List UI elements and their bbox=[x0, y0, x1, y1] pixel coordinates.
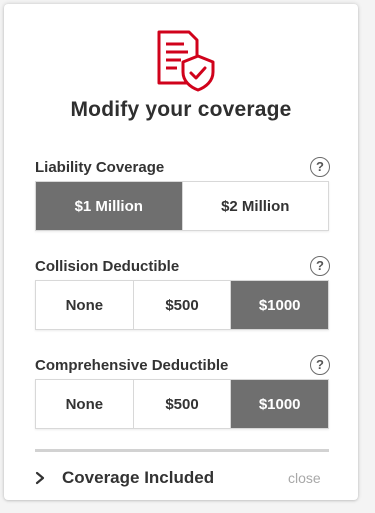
collision-help-icon[interactable]: ? bbox=[310, 256, 330, 276]
comprehensive-help-icon[interactable]: ? bbox=[310, 355, 330, 375]
comprehensive-option-none[interactable]: None bbox=[36, 380, 133, 428]
comprehensive-option-500[interactable]: $500 bbox=[132, 380, 231, 428]
policy-shield-check-icon bbox=[157, 30, 215, 92]
coverage-card: Modify your coverage Liability Coverage … bbox=[4, 4, 358, 500]
chevron-right-icon bbox=[35, 471, 45, 485]
comprehensive-deductible-selector: None $500 $1000 bbox=[35, 379, 329, 429]
liability-option-1-million[interactable]: $1 Million bbox=[36, 182, 182, 230]
collision-option-500[interactable]: $500 bbox=[132, 281, 231, 329]
coverage-included-toggle[interactable]: Coverage Included bbox=[34, 466, 214, 490]
page-title: Modify your coverage bbox=[70, 98, 292, 121]
comprehensive-option-1000[interactable]: $1000 bbox=[230, 380, 329, 428]
comprehensive-deductible-label: Comprehensive Deductible bbox=[35, 357, 229, 374]
liability-help-icon[interactable]: ? bbox=[310, 157, 330, 177]
close-link[interactable]: close bbox=[288, 470, 321, 486]
collision-deductible-selector: None $500 $1000 bbox=[35, 280, 329, 330]
liability-option-2-million[interactable]: $2 Million bbox=[181, 182, 328, 230]
section-divider bbox=[35, 449, 329, 452]
collision-option-none[interactable]: None bbox=[36, 281, 133, 329]
page: Modify your coverage Liability Coverage … bbox=[0, 0, 375, 513]
collision-option-1000[interactable]: $1000 bbox=[230, 281, 329, 329]
liability-coverage-label: Liability Coverage bbox=[35, 159, 165, 176]
collision-deductible-label: Collision Deductible bbox=[35, 258, 180, 275]
coverage-included-label: Coverage Included bbox=[62, 468, 215, 487]
liability-coverage-selector: $1 Million $2 Million bbox=[35, 181, 329, 231]
